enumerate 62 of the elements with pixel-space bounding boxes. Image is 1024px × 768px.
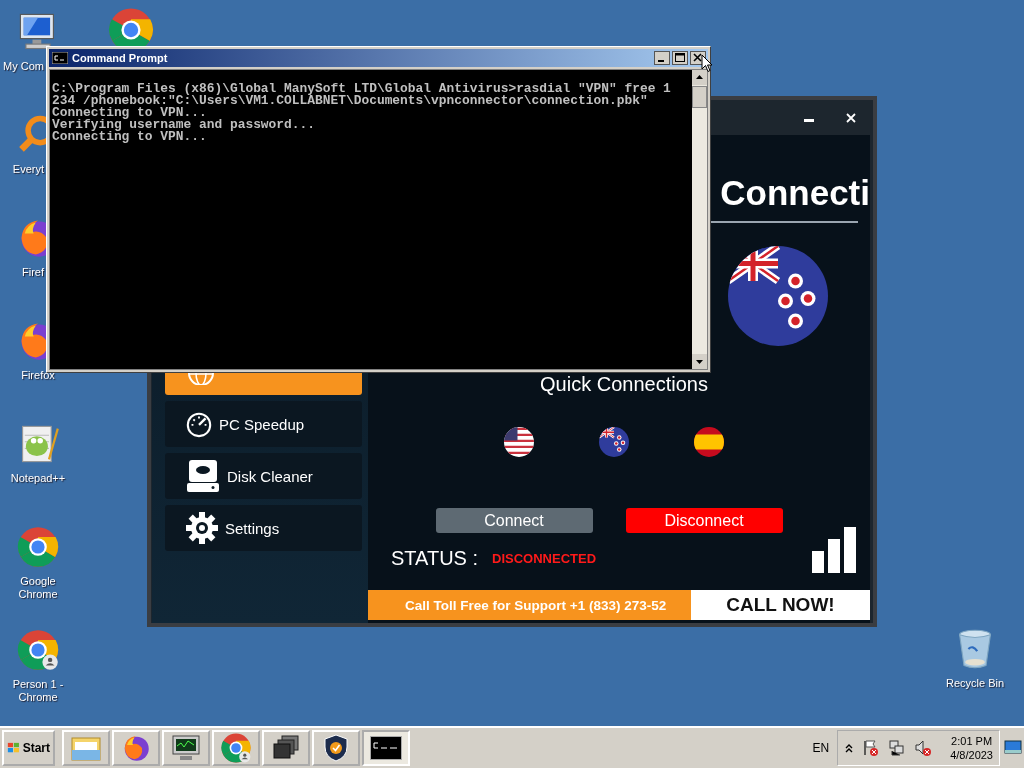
status-label: STATUS : — [391, 547, 479, 569]
disconnect-button[interactable]: Disconnect — [625, 508, 783, 533]
console-icon — [52, 52, 68, 64]
flag-alert-icon[interactable] — [862, 739, 881, 757]
sidebar-item[interactable] — [165, 372, 362, 395]
windows-logo-icon — [7, 741, 21, 755]
icon-label: My Com — [2, 60, 44, 73]
shield-icon — [323, 733, 349, 763]
disk-drive-icon — [185, 458, 221, 494]
chrome-icon — [16, 525, 60, 569]
console-line: C:\Program Files (x86)\Global ManySoft LTD\Global Antivirus>rasdial "VPN" free 1 — [52, 83, 672, 95]
settings-icon — [185, 511, 219, 545]
icon-label: Recycle Bin — [944, 677, 1006, 690]
chevron-up-icon[interactable] — [844, 742, 855, 754]
chrome-profile-icon — [220, 732, 252, 764]
flag-icon[interactable] — [504, 427, 534, 457]
show-desktop-icon[interactable] — [1004, 740, 1022, 756]
gauge-icon — [185, 410, 213, 438]
taskbar-button[interactable] — [312, 730, 360, 766]
icon-label: Google Chrome — [17, 575, 59, 601]
network-icon[interactable] — [888, 739, 907, 757]
sidebar-item[interactable]: Settings — [165, 505, 362, 551]
connect-button[interactable]: Connect — [435, 508, 593, 533]
start-button[interactable]: Start — [2, 730, 55, 766]
icon-label: Firefox — [20, 369, 56, 382]
icon-label: Everyt — [11, 163, 44, 176]
flag-icon[interactable] — [599, 427, 629, 457]
page-heading: Connecti — [719, 173, 870, 213]
taskbar-button[interactable] — [262, 730, 310, 766]
language-indicator[interactable]: EN — [812, 741, 830, 755]
scroll-down-icon[interactable] — [692, 354, 707, 369]
window-title: Command Prompt — [72, 52, 168, 64]
scrollbar[interactable] — [692, 70, 707, 369]
speaker-muted-icon[interactable] — [914, 739, 933, 757]
signal-icon — [812, 527, 856, 573]
minimize-icon[interactable] — [654, 51, 670, 65]
chrome-profile-icon — [16, 628, 60, 672]
icon-label: Firef — [21, 266, 44, 279]
console-line: Verifying username and password... — [52, 119, 316, 131]
taskbar-button[interactable] — [362, 730, 410, 766]
scroll-thumb[interactable] — [692, 86, 707, 108]
console-icon — [370, 736, 402, 760]
console-line: 234 /phonebook:"C:\Users\VM1.COLLABNET\Documents\vpnconnector\connection.pbk" — [52, 95, 649, 107]
console-line: Connecting to VPN... — [52, 131, 208, 143]
taskbar-button[interactable] — [112, 730, 160, 766]
icon-label: Person 1 - Chrome — [11, 678, 65, 704]
console-line: Connecting to VPN... — [52, 107, 207, 119]
section-title: Quick Connections — [539, 372, 709, 396]
support-banner: Call Toll Free for Support +1 (833) 273-52 — [368, 590, 691, 620]
flag-icon[interactable] — [694, 427, 724, 457]
clock-date[interactable]: 4/8/2023 — [950, 748, 993, 762]
maximize-icon[interactable] — [672, 51, 688, 65]
scroll-up-icon[interactable] — [692, 70, 707, 85]
clock-time[interactable]: 2:01 PM — [951, 734, 993, 748]
taskbar-button[interactable] — [162, 730, 210, 766]
monitor-icon — [170, 734, 202, 762]
sidebar-item[interactable]: Disk Cleaner — [165, 453, 362, 499]
windows-icon — [272, 734, 300, 762]
sidebar-item[interactable]: PC Speedup — [165, 401, 362, 447]
status-value: DISCONNECTED — [492, 551, 597, 566]
call-now-banner[interactable]: CALL NOW! — [691, 590, 870, 620]
icon-label: Notepad++ — [9, 472, 67, 485]
